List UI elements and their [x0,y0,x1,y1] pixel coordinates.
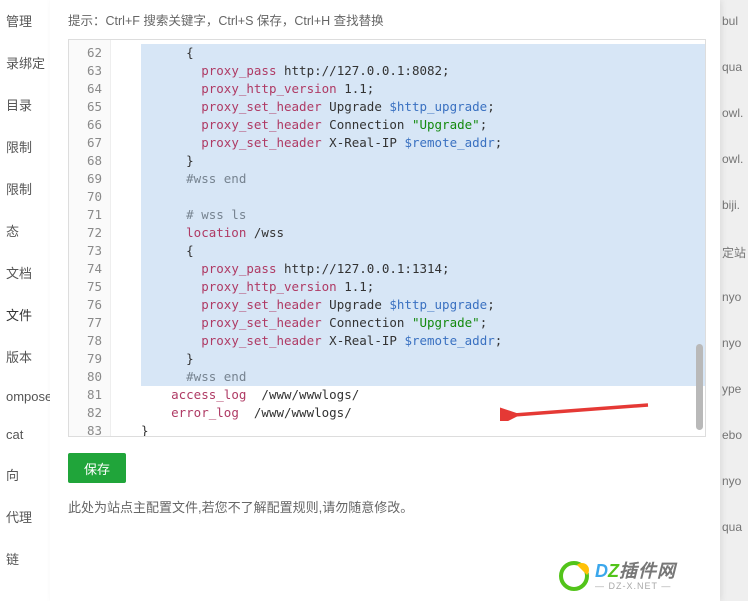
code-line[interactable]: proxy_set_header Upgrade $http_upgrade; [141,98,705,116]
right-strip-item: qua [720,56,748,102]
code-line[interactable]: #wss end [141,368,705,386]
code-editor[interactable]: 6263646566676869707172737475767778798081… [68,39,706,437]
sidebar-item[interactable]: 向 [0,460,50,489]
code-line[interactable]: proxy_set_header X-Real-IP $remote_addr; [141,332,705,350]
save-button[interactable]: 保存 [68,453,126,483]
sidebar-item[interactable]: 录绑定 [0,48,50,77]
watermark-logo-icon [559,561,589,591]
code-line[interactable]: # wss ls [141,206,705,224]
line-gutter: 6263646566676869707172737475767778798081… [69,40,111,436]
sidebar-item[interactable]: 管理 [0,6,50,35]
editor-hint: 提示：Ctrl+F 搜索关键字，Ctrl+S 保存，Ctrl+H 查找替换 [68,8,706,39]
sidebar-item[interactable]: 代理 [0,502,50,531]
sidebar-item[interactable]: 态 [0,216,50,245]
sidebar-item[interactable]: 版本 [0,342,50,371]
watermark: DZ插件网 — DZ-X.NET — [559,561,676,591]
sidebar-item[interactable]: 限制 [0,174,50,203]
right-strip-item: owl. [720,148,748,194]
code-line[interactable]: proxy_http_version 1.1; [141,80,705,98]
main-panel: 提示：Ctrl+F 搜索关键字，Ctrl+S 保存，Ctrl+H 查找替换 62… [50,0,720,601]
code-line[interactable]: error_log /www/wwwlogs/ [141,404,705,422]
sidebar-item[interactable]: cat [0,422,50,447]
left-sidebar: 管理录绑定目录限制限制态文档文件版本omposercat向代理链 [0,0,50,601]
sidebar-item[interactable]: 限制 [0,132,50,161]
code-line[interactable]: proxy_set_header X-Real-IP $remote_addr; [141,134,705,152]
code-line[interactable]: #wss end [141,170,705,188]
right-strip-item: ype [720,378,748,424]
right-strip-item: biji. [720,194,748,240]
right-strip-item: nyo [720,286,748,332]
code-line[interactable]: access_log /www/wwwlogs/ [141,386,705,404]
watermark-title: DZ插件网 [595,562,676,580]
code-line[interactable]: proxy_pass http://127.0.0.1:8082; [141,62,705,80]
code-line[interactable]: proxy_pass http://127.0.0.1:1314; [141,260,705,278]
code-line[interactable]: } [141,152,705,170]
code-line[interactable]: proxy_http_version 1.1; [141,278,705,296]
right-strip-item: nyo [720,332,748,378]
sidebar-item[interactable]: 文件 [0,300,50,329]
code-area[interactable]: { proxy_pass http://127.0.0.1:8082; prox… [111,40,705,436]
right-strip-item: owl. [720,102,748,148]
code-line[interactable]: { [141,44,705,62]
right-strip-item: ebo [720,424,748,470]
code-line[interactable]: proxy_set_header Upgrade $http_upgrade; [141,296,705,314]
code-line[interactable]: } [141,422,705,436]
right-strip-item: qua [720,516,748,562]
sidebar-item[interactable]: 文档 [0,258,50,287]
code-line[interactable]: { [141,242,705,260]
watermark-sub: — DZ-X.NET — [595,582,676,591]
right-strip-item: bul [720,10,748,56]
code-line[interactable]: location /wss [141,224,705,242]
code-line[interactable] [141,188,705,206]
code-line[interactable]: proxy_set_header Connection "Upgrade"; [141,314,705,332]
sidebar-item[interactable]: 目录 [0,90,50,119]
right-strip-item: nyo [720,470,748,516]
editor-scrollbar[interactable] [696,344,703,430]
sidebar-item[interactable]: 链 [0,544,50,573]
right-strip-item: 定站 [720,240,748,286]
code-line[interactable]: proxy_set_header Connection "Upgrade"; [141,116,705,134]
code-line[interactable]: } [141,350,705,368]
right-strip: bulquaowl.owl.biji.定站nyonyoypeebonyoqua [720,0,748,601]
sidebar-item[interactable]: omposer [0,384,50,409]
footer-note: 此处为站点主配置文件,若您不了解配置规则,请勿随意修改。 [68,497,706,516]
